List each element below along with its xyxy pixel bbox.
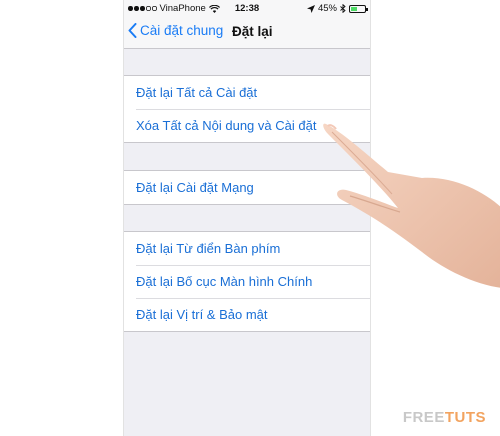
chevron-left-icon	[128, 23, 137, 38]
back-button[interactable]: Cài đặt chung	[128, 23, 223, 38]
bluetooth-icon	[340, 4, 346, 13]
navigation-bar: Cài đặt chung Đặt lại	[124, 18, 370, 49]
battery-icon	[349, 4, 368, 13]
watermark-logo: FREETUTS	[402, 409, 486, 426]
back-button-label: Cài đặt chung	[140, 23, 224, 38]
hand-illustration	[323, 123, 500, 288]
battery-percent: 45%	[317, 3, 337, 14]
page-title: Đặt lại	[232, 24, 273, 39]
reset-location-privacy[interactable]: Đặt lại Vị trí & Bảo mật	[124, 298, 370, 331]
location-icon	[306, 4, 315, 13]
status-bar: VinaPhone 12:38 45%	[124, 0, 370, 18]
reset-all-settings[interactable]: Đặt lại Tất cả Cài đặt	[124, 76, 370, 109]
